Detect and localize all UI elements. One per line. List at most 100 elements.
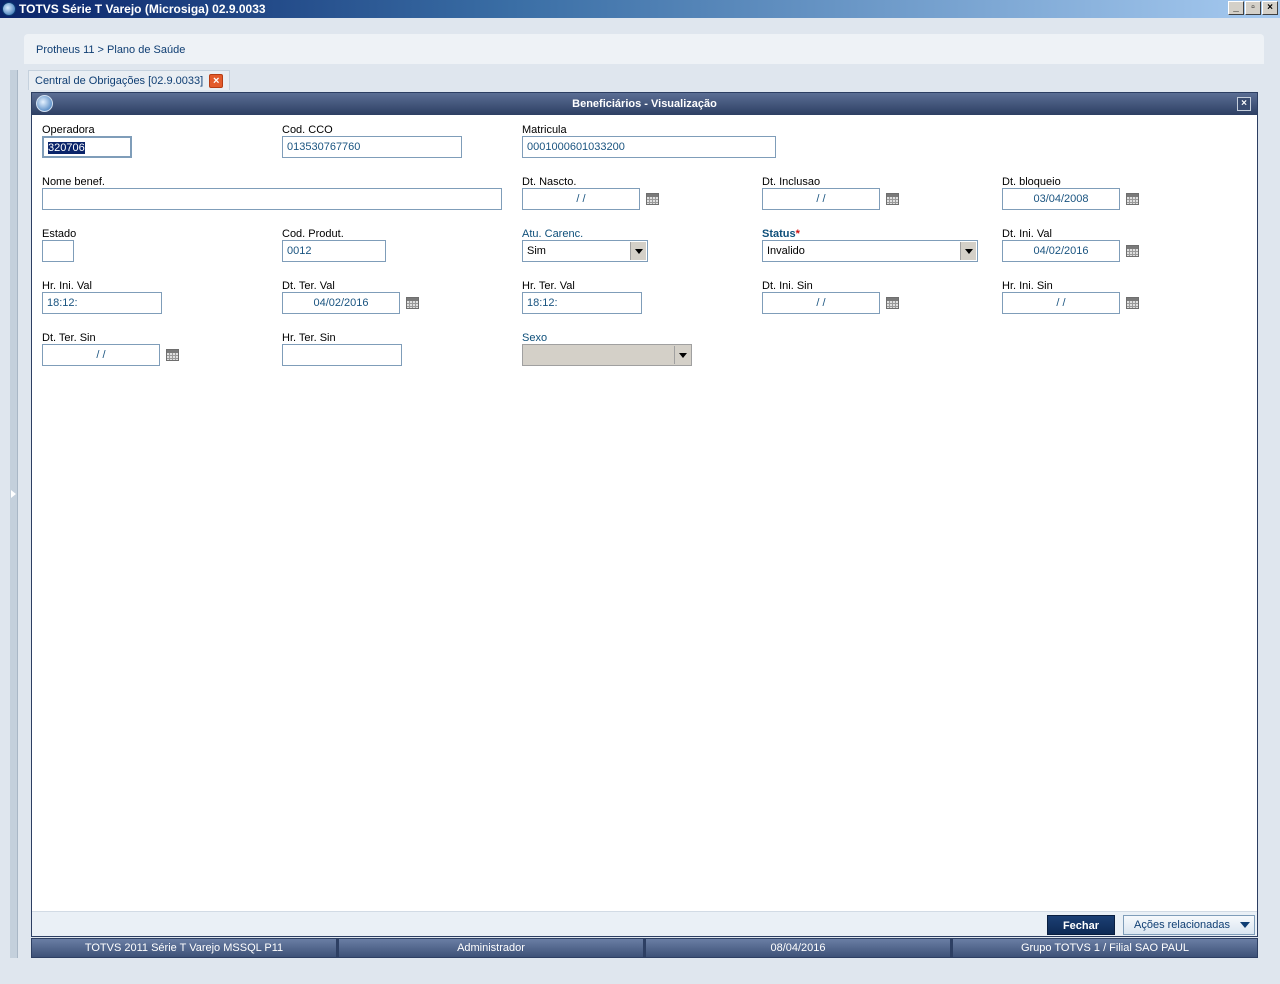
hr-ter-sin-label: Hr. Ter. Sin — [282, 332, 336, 344]
matricula-input[interactable]: 0001000601033200 — [522, 136, 776, 158]
status-label: Status* — [762, 228, 800, 240]
window-controls: _ ▫ × — [1228, 1, 1278, 15]
dt-ter-val-input[interactable]: 04/02/2016 — [282, 292, 400, 314]
dialog-logo-icon — [36, 95, 53, 112]
dialog-close-icon[interactable]: × — [1237, 97, 1251, 111]
cod-produt-label: Cod. Produt. — [282, 228, 344, 240]
beneficiarios-dialog: Beneficiários - Visualização × Operadora… — [31, 92, 1258, 937]
dt-ini-val-label: Dt. Ini. Val — [1002, 228, 1052, 240]
app-logo-icon — [2, 2, 16, 16]
field-nome-benef: Nome benef. — [42, 176, 504, 212]
side-panel-toggle[interactable] — [10, 70, 18, 958]
dt-nascto-input[interactable]: / / — [522, 188, 640, 210]
field-dt-inclusao: Dt. Inclusao / / — [762, 176, 912, 212]
dt-inclusao-label: Dt. Inclusao — [762, 176, 821, 188]
dt-ini-sin-calendar-icon[interactable] — [886, 297, 899, 309]
operadora-input[interactable]: 320706 — [42, 136, 132, 158]
hr-ter-val-label: Hr. Ter. Val — [522, 280, 575, 292]
dt-ter-val-label: Dt. Ter. Val — [282, 280, 335, 292]
dialog-title: Beneficiários - Visualização — [572, 98, 717, 110]
required-mark: * — [795, 228, 800, 240]
operadora-label: Operadora — [42, 124, 95, 136]
chevron-down-icon[interactable] — [630, 242, 646, 260]
dt-inclusao-calendar-icon[interactable] — [886, 193, 899, 205]
nome-benef-input[interactable] — [42, 188, 502, 210]
minimize-button[interactable]: _ — [1228, 1, 1244, 15]
hr-ini-val-label: Hr. Ini. Val — [42, 280, 92, 292]
field-dt-ter-sin: Dt. Ter. Sin / / — [42, 332, 192, 368]
hr-ter-val-input[interactable]: 18:12: — [522, 292, 642, 314]
field-estado: Estado — [42, 228, 76, 264]
dt-ter-sin-label: Dt. Ter. Sin — [42, 332, 96, 344]
hr-ter-sin-input[interactable] — [282, 344, 402, 366]
dt-ini-val-input[interactable]: 04/02/2016 — [1002, 240, 1120, 262]
atu-carenc-value: Sim — [527, 245, 546, 257]
field-cod-cco: Cod. CCO 013530767760 — [282, 124, 464, 160]
status-value: Invalido — [767, 245, 805, 257]
dt-nascto-calendar-icon[interactable] — [646, 193, 659, 205]
sexo-select[interactable] — [522, 344, 692, 366]
field-matricula: Matricula 0001000601033200 — [522, 124, 778, 160]
field-dt-ini-sin: Dt. Ini. Sin / / — [762, 280, 912, 316]
field-hr-ini-sin: Hr. Ini. Sin / / — [1002, 280, 1152, 316]
field-hr-ter-sin: Hr. Ter. Sin — [282, 332, 404, 368]
hr-ini-val-input[interactable]: 18:12: — [42, 292, 162, 314]
status-user: Administrador — [339, 939, 643, 957]
field-dt-ter-val: Dt. Ter. Val 04/02/2016 — [282, 280, 432, 316]
atu-carenc-select[interactable]: Sim — [522, 240, 648, 262]
dt-bloqueio-calendar-icon[interactable] — [1126, 193, 1139, 205]
close-window-button[interactable]: × — [1262, 1, 1278, 15]
chevron-down-icon — [1240, 922, 1250, 928]
matricula-label: Matricula — [522, 124, 567, 136]
tab-close-icon[interactable]: × — [209, 73, 224, 88]
estado-input[interactable] — [42, 240, 74, 262]
tab-central-obrigacoes[interactable]: Central de Obrigações [02.9.0033] × — [28, 70, 231, 90]
window-title: TOTVS Série T Varejo (Microsiga) 02.9.00… — [19, 2, 266, 16]
hr-ini-sin-calendar-icon[interactable] — [1126, 297, 1139, 309]
dialog-titlebar: Beneficiários - Visualização × — [32, 93, 1257, 115]
dt-bloqueio-label: Dt. bloqueio — [1002, 176, 1061, 188]
dt-ini-val-calendar-icon[interactable] — [1126, 245, 1139, 257]
dt-ter-sin-input[interactable]: / / — [42, 344, 160, 366]
atu-carenc-label: Atu. Carenc. — [522, 228, 584, 240]
acoes-relacionadas-button[interactable]: Ações relacionadas — [1123, 915, 1255, 935]
hr-ini-sin-input[interactable]: / / — [1002, 292, 1120, 314]
status-branch: Grupo TOTVS 1 / Filial SAO PAUL — [953, 939, 1257, 957]
status-environment: TOTVS 2011 Série T Varejo MSSQL P11 — [32, 939, 336, 957]
field-dt-nascto: Dt. Nascto. / / — [522, 176, 672, 212]
field-hr-ter-val: Hr. Ter. Val 18:12: — [522, 280, 644, 316]
nome-benef-label: Nome benef. — [42, 176, 105, 188]
dialog-footer: Fechar Ações relacionadas — [32, 911, 1257, 936]
dt-bloqueio-input[interactable]: 03/04/2008 — [1002, 188, 1120, 210]
dt-ter-val-calendar-icon[interactable] — [406, 297, 419, 309]
field-status: Status* Invalido — [762, 228, 980, 264]
sexo-label: Sexo — [522, 332, 548, 344]
status-date: 08/04/2016 — [646, 939, 950, 957]
dt-ter-sin-calendar-icon[interactable] — [166, 349, 179, 361]
status-select[interactable]: Invalido — [762, 240, 978, 262]
dt-ini-sin-label: Dt. Ini. Sin — [762, 280, 813, 292]
window-titlebar: TOTVS Série T Varejo (Microsiga) 02.9.00… — [0, 0, 1280, 18]
dt-ini-sin-input[interactable]: / / — [762, 292, 880, 314]
tab-label[interactable]: Central de Obrigações [02.9.0033] — [35, 75, 203, 87]
cod-cco-input[interactable]: 013530767760 — [282, 136, 462, 158]
dt-inclusao-input[interactable]: / / — [762, 188, 880, 210]
field-dt-ini-val: Dt. Ini. Val 04/02/2016 — [1002, 228, 1152, 264]
restore-button[interactable]: ▫ — [1245, 1, 1261, 15]
field-sexo: Sexo — [522, 332, 694, 368]
status-bar: TOTVS 2011 Série T Varejo MSSQL P11 Admi… — [31, 938, 1258, 958]
field-dt-bloqueio: Dt. bloqueio 03/04/2008 — [1002, 176, 1152, 212]
fechar-button[interactable]: Fechar — [1047, 915, 1115, 935]
field-cod-produt: Cod. Produt. 0012 — [282, 228, 388, 264]
field-operadora: Operadora 320706 — [42, 124, 134, 160]
expand-arrow-icon — [11, 490, 16, 498]
field-hr-ini-val: Hr. Ini. Val 18:12: — [42, 280, 164, 316]
estado-label: Estado — [42, 228, 77, 240]
acoes-relacionadas-label: Ações relacionadas — [1134, 919, 1231, 931]
field-atu-carenc: Atu. Carenc. Sim — [522, 228, 650, 264]
chevron-down-icon[interactable] — [674, 346, 690, 364]
cod-produt-input[interactable]: 0012 — [282, 240, 386, 262]
breadcrumb-bar: Protheus 11 > Plano de Saúde — [24, 34, 1264, 64]
breadcrumb[interactable]: Protheus 11 > Plano de Saúde — [36, 44, 185, 56]
chevron-down-icon[interactable] — [960, 242, 976, 260]
